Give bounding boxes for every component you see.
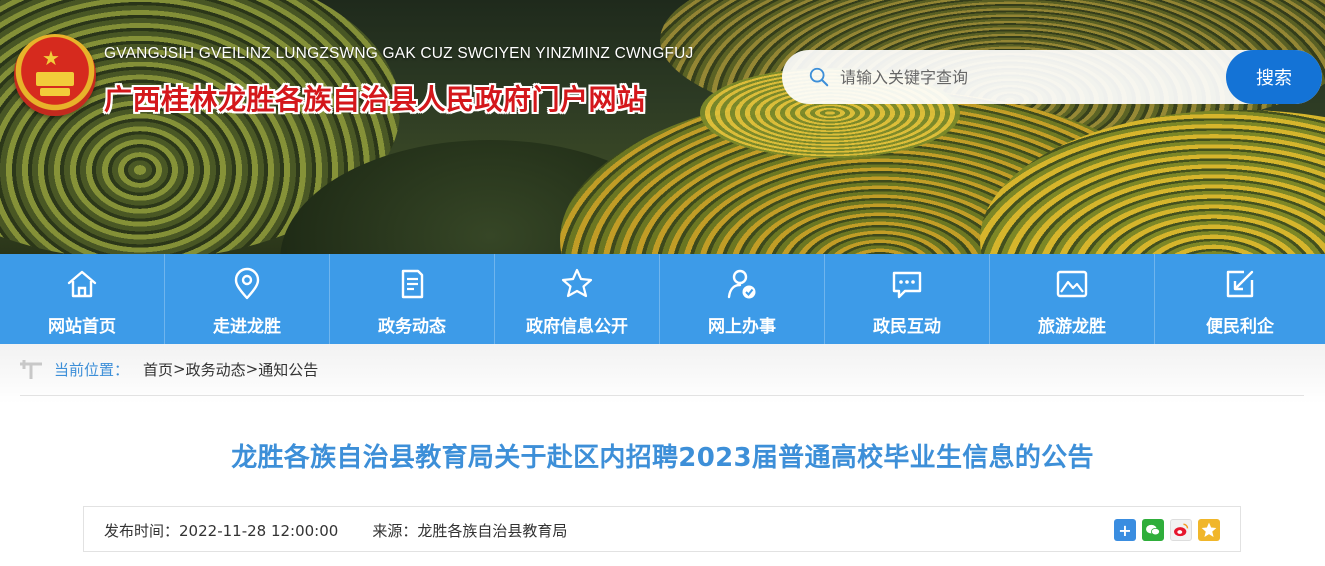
- nav-label: 走进龙胜: [213, 317, 281, 337]
- search-icon: [809, 67, 829, 87]
- breadcrumb-separator: >: [245, 360, 259, 378]
- landscape-icon: [1056, 270, 1088, 298]
- wechat-icon[interactable]: [1142, 519, 1164, 541]
- home-icon: [67, 270, 97, 298]
- nav-label: 旅游龙胜: [1038, 317, 1106, 337]
- nav-item-info-disclosure[interactable]: 政府信息公开: [495, 254, 660, 344]
- article-meta-text: 发布时间：2022-11-28 12:00:00 来源：龙胜各族自治县教育局: [104, 520, 567, 541]
- edit-icon: [1226, 270, 1254, 298]
- nav-item-online-service[interactable]: 网上办事: [660, 254, 825, 344]
- breadcrumb-separator: >: [173, 360, 186, 378]
- nav-item-interaction[interactable]: 政民互动: [825, 254, 990, 344]
- nav-item-tourism[interactable]: 旅游龙胜: [990, 254, 1155, 344]
- national-emblem-icon: ★: [14, 34, 96, 116]
- nav-label: 便民利企: [1206, 317, 1274, 337]
- star-icon: [561, 268, 593, 298]
- breadcrumb-divider: [20, 395, 1304, 396]
- breadcrumb-label: 当前位置：: [54, 360, 130, 379]
- main-nav: 网站首页 走进龙胜 政务动态 政府信息公开 网上办事 政民互动 旅游龙胜 便民利…: [0, 254, 1325, 344]
- source-label: 来源：: [372, 522, 418, 540]
- article-title: 龙胜各族自治县教育局关于赴区内招聘2023届普通高校毕业生信息的公告: [231, 443, 1094, 473]
- pushpin-icon: [20, 360, 42, 379]
- nav-label: 政府信息公开: [526, 317, 628, 337]
- nav-item-about[interactable]: 走进龙胜: [165, 254, 330, 344]
- site-name-english: GVANGJSIH GVEILINZ LUNGZSWNG GAK CUZ SWC…: [104, 45, 694, 62]
- nav-item-convenience[interactable]: 便民利企: [1155, 254, 1325, 344]
- nav-item-home[interactable]: 网站首页: [0, 254, 165, 344]
- nav-label: 政务动态: [378, 317, 446, 337]
- breadcrumb-notices-link[interactable]: 通知公告: [258, 359, 318, 380]
- nav-label: 网站首页: [48, 317, 116, 337]
- nav-label: 政民互动: [873, 317, 941, 337]
- nav-label: 网上办事: [708, 317, 776, 337]
- source-value: 龙胜各族自治县教育局: [417, 522, 568, 540]
- location-pin-icon: [234, 267, 260, 300]
- breadcrumb: 当前位置： 首页 > 政务动态 > 通知公告: [18, 358, 318, 380]
- search-bar: 搜索: [782, 50, 1322, 104]
- breadcrumb-home-link[interactable]: 首页: [143, 359, 173, 380]
- search-button[interactable]: 搜索: [1226, 50, 1322, 104]
- share-bar: +: [1114, 519, 1220, 541]
- header-banner: ★ GVANGJSIH GVEILINZ LUNGZSWNG GAK CUZ S…: [0, 0, 1325, 254]
- breadcrumb-news-link[interactable]: 政务动态: [186, 359, 246, 380]
- document-icon: [401, 269, 424, 299]
- nav-item-news[interactable]: 政务动态: [330, 254, 495, 344]
- qzone-icon[interactable]: [1198, 519, 1220, 541]
- publish-time-label: 发布时间：: [104, 522, 180, 540]
- user-service-icon: [727, 269, 756, 299]
- publish-time: 2022-11-28 12:00:00: [179, 522, 339, 540]
- content-area: 当前位置： 首页 > 政务动态 > 通知公告 龙胜各族自治县教育局关于赴区内招聘…: [0, 344, 1325, 566]
- site-name-chinese: 广西桂林龙胜各族自治县人民政府门户网站: [104, 83, 646, 116]
- share-plus-icon[interactable]: +: [1114, 519, 1136, 541]
- search-input[interactable]: [840, 61, 1220, 93]
- chat-bubble-icon: [892, 271, 922, 299]
- article-meta: 发布时间：2022-11-28 12:00:00 来源：龙胜各族自治县教育局 +: [83, 506, 1241, 552]
- weibo-icon[interactable]: [1170, 519, 1192, 541]
